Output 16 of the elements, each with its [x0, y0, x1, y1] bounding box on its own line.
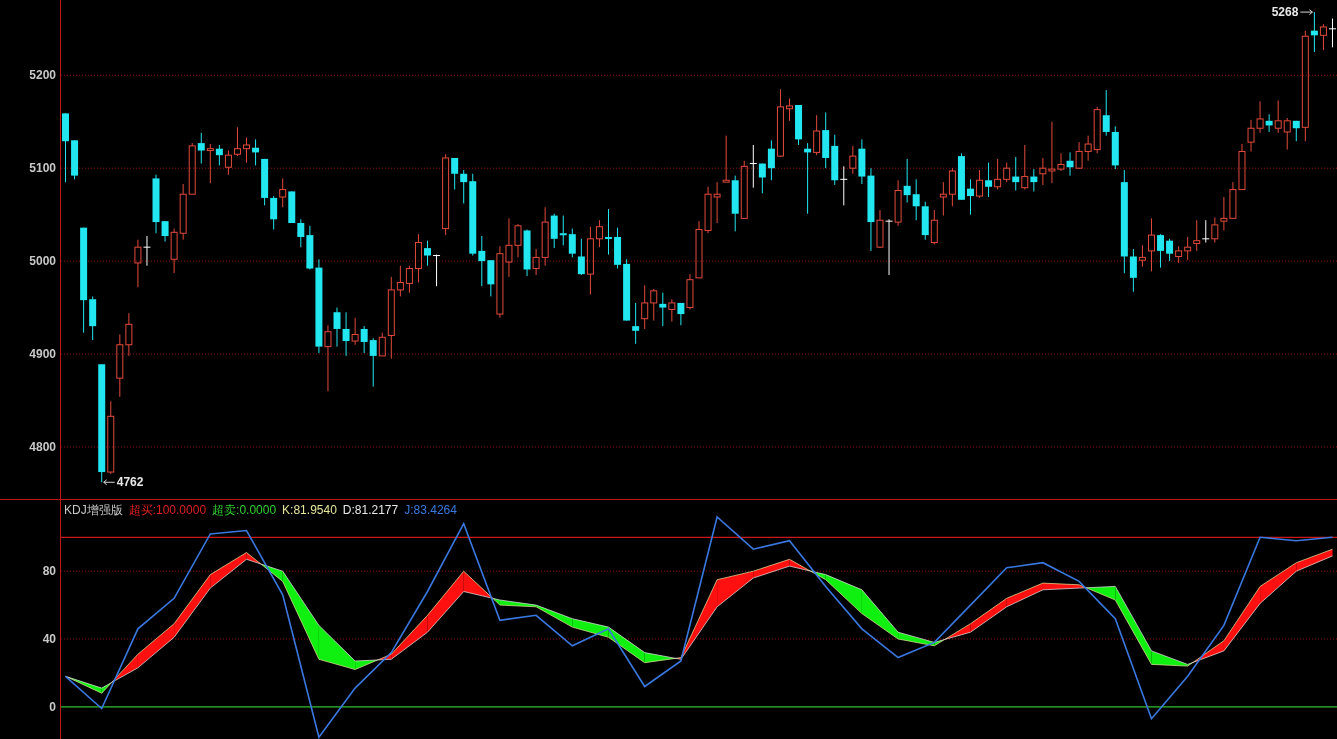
axis-label: 5100: [29, 161, 56, 176]
legend-label: KDJ增强版: [64, 502, 123, 519]
legend-label: 超卖:0.0000: [212, 502, 277, 519]
legend-label: 超买:100.0000: [128, 502, 207, 519]
axis-label: 4800: [29, 439, 56, 454]
axis-label: 0: [49, 699, 56, 714]
price-label: 4762: [116, 475, 144, 490]
legend-label: J:83.4264: [404, 502, 457, 519]
axis-label: 80: [42, 564, 56, 579]
price-label: 5268: [1271, 5, 1299, 20]
axis-label: 40: [42, 632, 56, 646]
axis-label: 4900: [29, 347, 56, 362]
axis-label: 5000: [29, 254, 56, 269]
legend-label: K:81.9540: [282, 502, 337, 519]
legend-label: D:81.2177: [342, 502, 399, 519]
axis-label: 5200: [29, 68, 56, 83]
